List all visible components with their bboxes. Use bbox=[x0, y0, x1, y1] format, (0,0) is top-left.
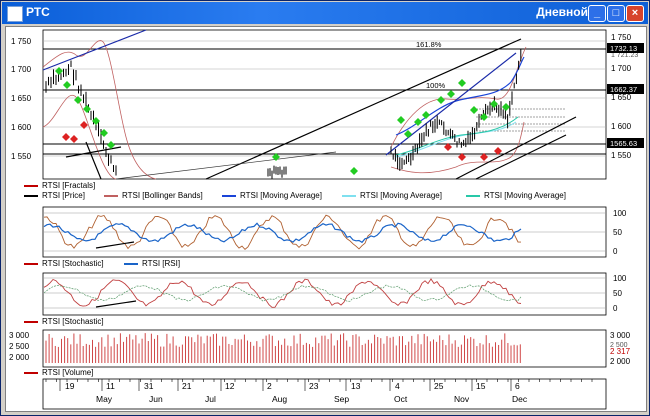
month-label: Sep bbox=[334, 394, 349, 404]
price-box-low-text: 1565.63 bbox=[610, 139, 637, 148]
legend-stochastic: RTSI [Stochastic] bbox=[24, 259, 104, 268]
osc1-tick: 50 bbox=[613, 228, 622, 237]
price-tick-left: 1 650 bbox=[11, 94, 32, 103]
legend-price: RTSI [Price] bbox=[24, 191, 85, 200]
legend-bollinger: RTSI [Bollinger Bands] bbox=[104, 191, 203, 200]
price-tick-left: 1 750 bbox=[11, 37, 32, 46]
volume-tick-right: 3 000 bbox=[610, 331, 631, 340]
legend-fractals-label: RTSI [Fractals] bbox=[42, 181, 96, 190]
legend-volume: RTSI [Volume] bbox=[24, 368, 93, 377]
title-bar[interactable]: РТС Дневной _ □ × bbox=[2, 2, 648, 24]
window-title: РТС bbox=[26, 5, 50, 19]
osc2-tick: 100 bbox=[613, 274, 627, 283]
legend-stochastic-2-label: RTSI [Stochastic] bbox=[42, 317, 104, 326]
legend-ma-cyan-label: RTSI [Moving Average] bbox=[360, 191, 442, 200]
price-tick-right: 1 700 bbox=[611, 64, 632, 73]
month-label: Jun bbox=[149, 394, 163, 404]
month-label: May bbox=[96, 394, 113, 404]
legend-ma-green-label: RTSI [Moving Average] bbox=[484, 191, 566, 200]
day-label: 11 bbox=[106, 381, 115, 391]
month-label: Oct bbox=[394, 394, 408, 404]
price-axis-left: 1 750 1 700 1 650 1 600 1 550 bbox=[11, 37, 32, 161]
volume-tick-left: 2 000 bbox=[9, 353, 30, 362]
volume-axis-right: 3 000 2 500 2 317 2 000 bbox=[610, 331, 631, 366]
price-tick-left: 1 600 bbox=[11, 123, 32, 132]
day-label: 6 bbox=[515, 381, 520, 391]
volume-last-value: 2 317 bbox=[610, 347, 631, 356]
legend-rsi-label: RTSI [RSI] bbox=[142, 259, 181, 268]
legend-bollinger-label: RTSI [Bollinger Bands] bbox=[122, 191, 203, 200]
day-label: 19 bbox=[65, 381, 75, 391]
price-tick-right: 1 600 bbox=[611, 122, 632, 131]
legend-ma-cyan: RTSI [Moving Average] bbox=[342, 191, 442, 200]
day-label: 31 bbox=[144, 381, 154, 391]
legend-stochastic-2: RTSI [Stochastic] bbox=[24, 317, 104, 326]
day-label: 12 bbox=[225, 381, 235, 391]
legend-ma-green: RTSI [Moving Average] bbox=[466, 191, 566, 200]
legend-price-label: RTSI [Price] bbox=[42, 191, 85, 200]
legend-ma-blue-label: RTSI [Moving Average] bbox=[240, 191, 322, 200]
price-tick-right: 1 750 bbox=[611, 33, 632, 42]
price-box-top-text: 1732.13 bbox=[610, 44, 637, 53]
day-label: 13 bbox=[351, 381, 361, 391]
month-label: Jul bbox=[205, 394, 216, 404]
volume-axis-left: 3 000 2 500 2 000 bbox=[9, 331, 30, 362]
day-label: 4 bbox=[395, 381, 400, 391]
fib-label-100: 100% bbox=[426, 81, 446, 90]
maximize-button[interactable]: □ bbox=[607, 5, 625, 22]
osc1-tick: 0 bbox=[613, 247, 618, 256]
legend-rsi: RTSI [RSI] bbox=[124, 259, 180, 268]
day-label: 2 bbox=[267, 381, 272, 391]
price-small-label: 1 721.23 bbox=[611, 52, 638, 59]
legend-volume-label: RTSI [Volume] bbox=[42, 368, 94, 377]
close-button[interactable]: × bbox=[626, 5, 644, 22]
app-window: РТС Дневной _ □ × 161.8% 100% 1 750 1 70… bbox=[0, 0, 650, 416]
osc2-tick: 0 bbox=[613, 304, 618, 313]
fib-label-161: 161.8% bbox=[416, 40, 442, 49]
chart-canvas[interactable]: 161.8% 100% 1 750 1 700 1 650 1 600 1 55… bbox=[6, 27, 646, 411]
month-label: Nov bbox=[454, 394, 470, 404]
month-label: Aug bbox=[272, 394, 287, 404]
legend-ma-blue: RTSI [Moving Average] bbox=[222, 191, 322, 200]
osc2-tick: 50 bbox=[613, 289, 622, 298]
day-label: 15 bbox=[476, 381, 486, 391]
volume-tick-left: 3 000 bbox=[9, 331, 30, 340]
app-icon bbox=[7, 6, 23, 22]
chart-area: 161.8% 100% 1 750 1 700 1 650 1 600 1 55… bbox=[5, 26, 647, 412]
legend-fractals: RTSI [Fractals] bbox=[24, 181, 95, 190]
price-tick-left: 1 550 bbox=[11, 152, 32, 161]
timeframe-label: Дневной bbox=[536, 5, 588, 19]
volume-tick-left: 2 500 bbox=[9, 342, 30, 351]
legend-stochastic-label: RTSI [Stochastic] bbox=[42, 259, 104, 268]
price-tick-right: 1 650 bbox=[611, 93, 632, 102]
volume-tick-right: 2 000 bbox=[610, 357, 631, 366]
price-value-box-mid: 1662.37 bbox=[607, 84, 644, 94]
osc1-tick: 100 bbox=[613, 209, 627, 218]
price-value-box-low: 1565.63 bbox=[607, 138, 644, 148]
price-value-box-top: 1732.13 bbox=[607, 43, 644, 53]
minimize-button[interactable]: _ bbox=[588, 5, 606, 22]
day-label: 23 bbox=[309, 381, 319, 391]
price-tick-left: 1 700 bbox=[11, 65, 32, 74]
month-label: Dec bbox=[512, 394, 528, 404]
oscillator-panel-2 bbox=[42, 272, 607, 316]
day-label: 25 bbox=[434, 381, 444, 391]
price-tick-right: 1 550 bbox=[611, 151, 632, 160]
osc1-axis-right: 100 50 0 bbox=[613, 209, 627, 256]
day-label: 21 bbox=[182, 381, 192, 391]
price-box-mid-text: 1662.37 bbox=[610, 85, 637, 94]
osc2-axis-right: 100 50 0 bbox=[613, 274, 627, 313]
